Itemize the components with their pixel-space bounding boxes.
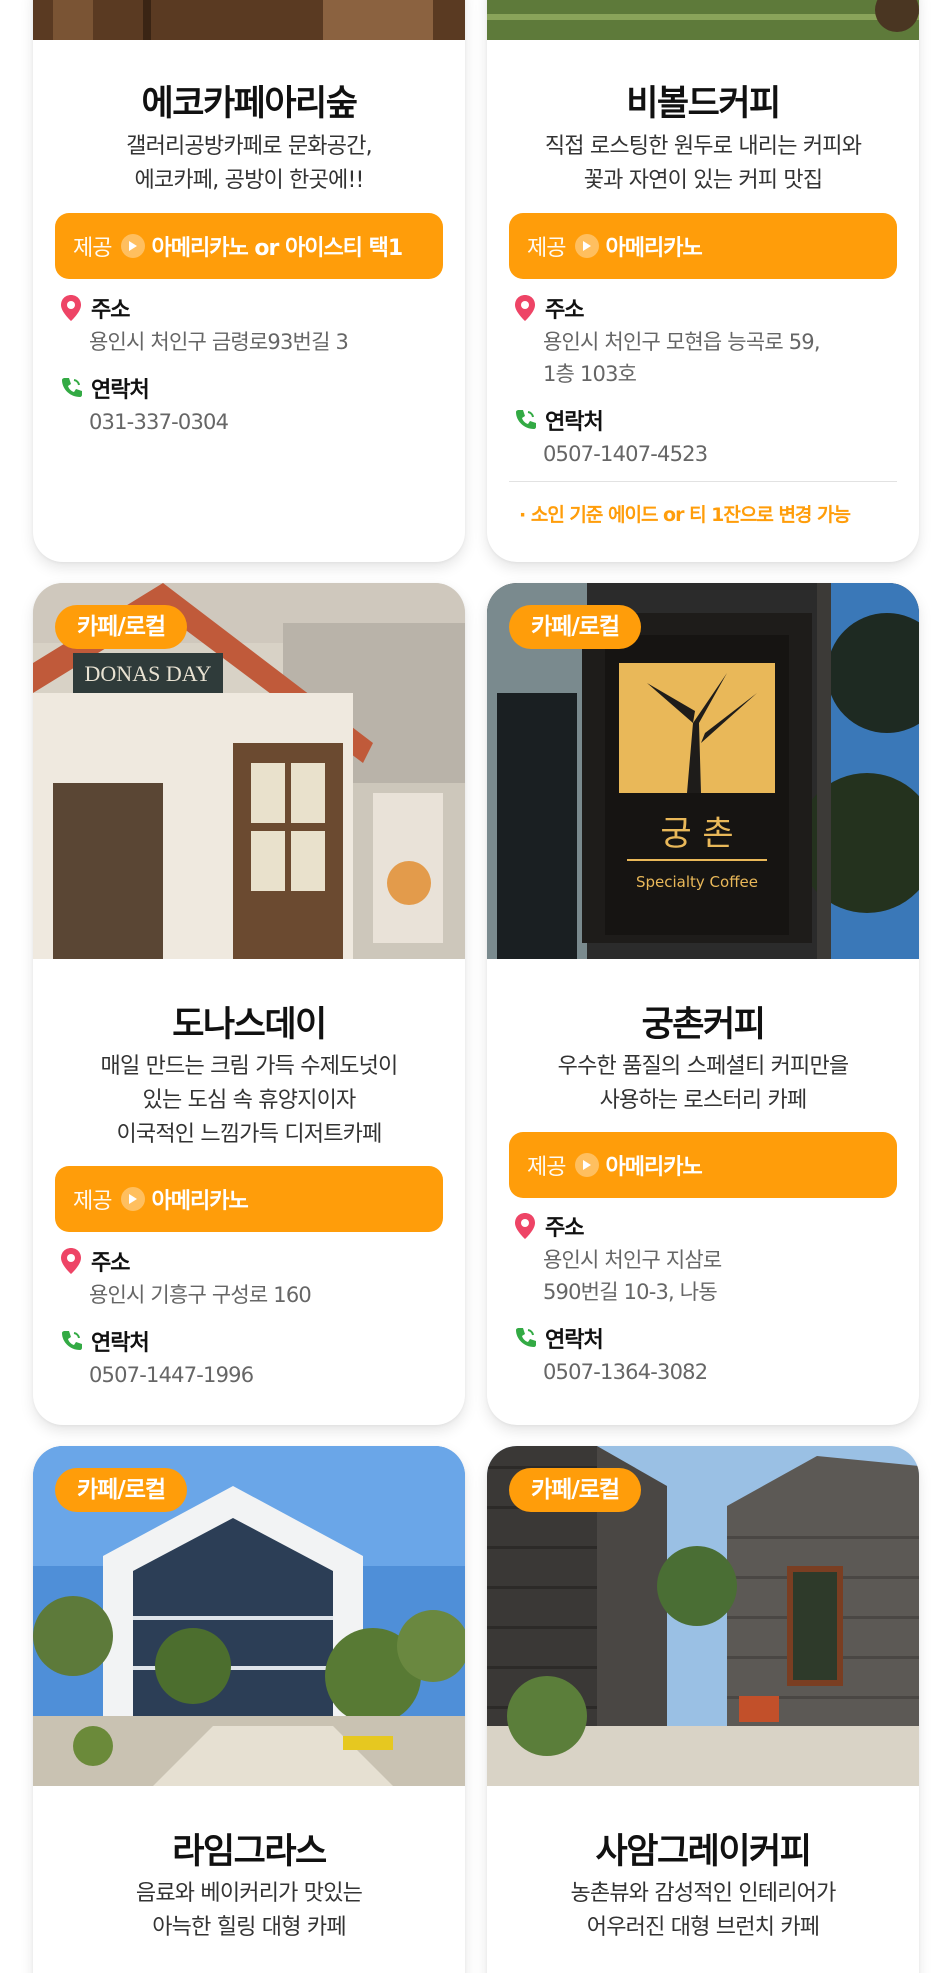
store-sign-text: DONAS DAY [85,661,212,686]
store-sign-text: 궁 촌 [660,814,733,854]
phone-icon [516,1328,536,1347]
cafe-photo: 카페/로컬 [487,1446,919,1786]
cafe-name: 도나스데이 [172,1005,327,1045]
offer-text: 아메리카노 [605,1155,702,1180]
cafe-name: 비볼드커피 [626,84,781,124]
offer-banner: 제공 아메리카노 or 아이스티 택1 [55,213,443,279]
contact-heading: 연락처 [513,404,604,436]
location-pin-icon [515,1213,535,1239]
offer-text: 아메리카노 [151,1189,248,1214]
cafe-card-gungchon[interactable]: 궁 촌 Specialty Coffee 카페/로컬 궁촌커피 우수한 품질의 … [487,583,919,1425]
offer-tag: 제공 [527,1155,566,1180]
cafe-name: 에코카페아리숲 [141,84,358,124]
address-value: 용인시 처인구 모현읍 능곡로 59, 1층 103호 [543,330,821,386]
phone-icon [62,1331,82,1350]
offer-banner: 제공 아메리카노 [509,213,897,279]
cafe-card-limegrass[interactable]: 카페/로컬 라임그라스 음료와 베이커리가 맛있는 아늑한 힐링 대형 카페 [33,1446,465,1973]
cafe-description: 갤러리공방카페로 문화공간, 에코카페, 공방이 한곳에!! [126,134,372,193]
category-badge: 카페/로컬 [509,605,642,649]
cafe-card-donasday[interactable]: DONAS DAY 카페/로컬 도나스데이 매일 만드는 크림 가득 수제도넛이… [33,583,465,1425]
phone-icon [516,410,536,429]
offer-banner: 제공 아메리카노 [509,1132,897,1198]
contact-value[interactable]: 0507-1364-3082 [543,1356,708,1388]
cafe-photo [487,0,919,40]
address-heading: 주소 [59,1245,130,1277]
cafe-description: 직접 로스팅한 원두로 내리는 커피와 꽃과 자연이 있는 커피 맛집 [544,134,862,193]
phone-icon [62,378,82,397]
offer-note: · 소인 기준 에이드 or 티 1잔으로 변경 가능 [519,504,851,526]
contact-heading: 연락처 [513,1322,604,1354]
offer-tag: 제공 [73,236,112,261]
offer-text: 아메리카노 or 아이스티 택1 [151,236,403,261]
arrow-circle-icon [121,1187,146,1211]
location-pin-icon [515,295,535,321]
arrow-circle-icon [121,234,146,258]
offer-banner: 제공 아메리카노 [55,1166,443,1232]
cafe-description: 음료와 베이커리가 맛있는 아늑한 힐링 대형 카페 [135,1881,363,1940]
category-badge: 카페/로컬 [55,1468,188,1512]
cafe-card-saamgray[interactable]: 카페/로컬 사암그레이커피 농촌뷰와 감성적인 인테리어가 어우러진 대형 브런… [487,1446,919,1973]
cafe-description: 농촌뷰와 감성적인 인테리어가 어우러진 대형 브런치 카페 [570,1881,836,1940]
cafe-photo: 카페/로컬 [33,1446,465,1786]
cafe-name: 사암그레이커피 [595,1832,812,1872]
contact-value[interactable]: 0507-1447-1996 [89,1359,254,1391]
contact-value[interactable]: 0507-1407-4523 [543,438,708,470]
contact-heading: 연락처 [59,372,150,404]
address-value: 용인시 처인구 금령로93번길 3 [89,330,349,354]
cafe-name: 궁촌커피 [641,1005,766,1045]
address-value: 용인시 기흥구 구성로 160 [89,1283,312,1307]
cafe-description: 우수한 품질의 스페셜티 커피만을 사용하는 로스터리 카페 [557,1054,850,1113]
address-heading: 주소 [59,292,130,324]
address-value: 용인시 처인구 지삼로 590번길 10-3, 나동 [543,1248,722,1304]
cafe-photo: 궁 촌 Specialty Coffee 카페/로컬 [487,583,919,959]
cafe-photo [33,0,465,40]
offer-tag: 제공 [73,1189,112,1214]
arrow-circle-icon [575,1153,600,1177]
offer-tag: 제공 [527,236,566,261]
cafe-photo: DONAS DAY 카페/로컬 [33,583,465,959]
location-pin-icon [61,1248,81,1274]
cafe-card-bebold[interactable]: 비볼드커피 직접 로스팅한 원두로 내리는 커피와 꽃과 자연이 있는 커피 맛… [487,0,919,562]
cafe-name: 라임그라스 [172,1832,327,1872]
cafe-description: 매일 만드는 크림 가득 수제도넛이 있는 도심 속 휴양지이자 이국적인 느낌… [100,1054,399,1147]
arrow-circle-icon [575,234,600,258]
address-heading: 주소 [513,1210,584,1242]
contact-value[interactable]: 031-337-0304 [89,406,229,438]
category-badge: 카페/로컬 [55,605,188,649]
address-heading: 주소 [513,292,584,324]
category-badge: 카페/로컬 [509,1468,642,1512]
store-sign-subtext: Specialty Coffee [636,873,758,891]
cafe-card-eco[interactable]: 에코카페아리숲 갤러리공방카페로 문화공간, 에코카페, 공방이 한곳에!! 제… [33,0,465,562]
divider [509,481,897,482]
offer-text: 아메리카노 [605,236,702,261]
location-pin-icon [61,295,81,321]
contact-heading: 연락처 [59,1325,150,1357]
